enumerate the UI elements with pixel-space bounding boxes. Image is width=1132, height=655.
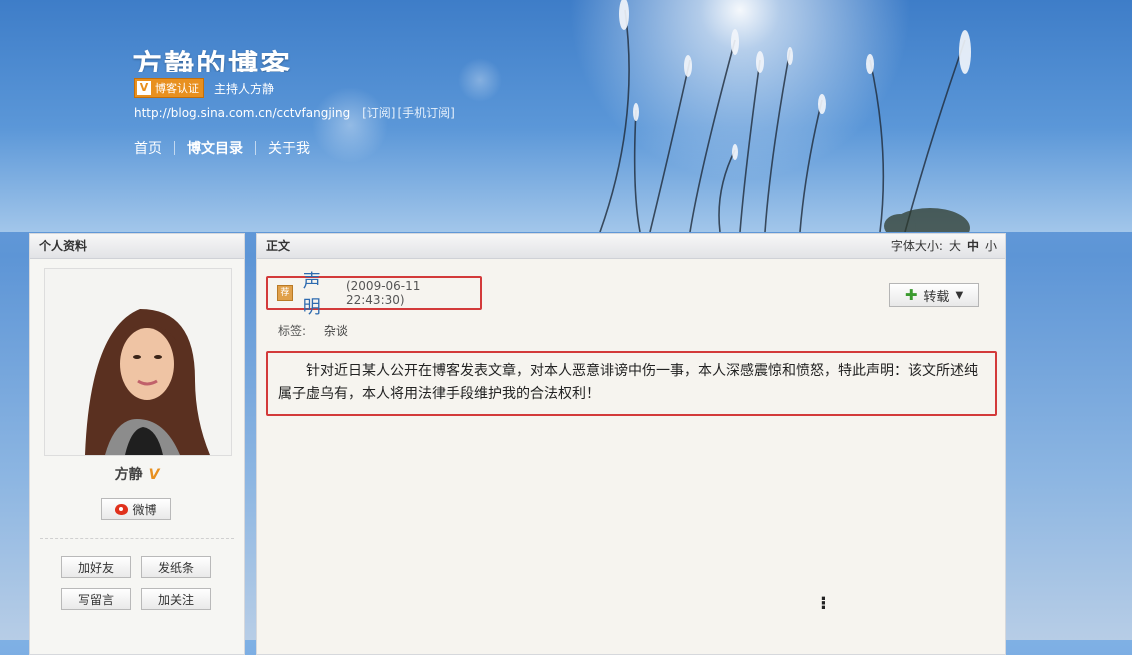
font-size-medium[interactable]: 中 [967, 234, 979, 258]
tags-label: 标签: [278, 324, 307, 338]
caret-down-icon: ▼ [955, 289, 964, 301]
tag-link[interactable]: 杂谈 [324, 324, 348, 338]
weibo-label: 微博 [132, 502, 157, 517]
verified-v-icon: V [137, 81, 151, 95]
repost-label: 转载 [923, 289, 950, 305]
weibo-icon [115, 503, 129, 515]
article-title-highlight: 荐 声明 (2009-06-11 22:43:30) [266, 271, 482, 318]
profile-panel-title: 个人资料 [30, 234, 244, 259]
article-tags: 标签: 杂谈 [278, 322, 348, 339]
blog-url[interactable]: http://blog.sina.com.cn/cctvfangjing [134, 106, 350, 120]
follow-button[interactable]: 加关注 [141, 588, 211, 610]
certification-label: 博客认证 [155, 82, 199, 95]
article-panel-header: 正文 字体大小: 大 中 小 [257, 234, 1005, 259]
nav-home[interactable]: 首页 [134, 138, 162, 158]
nav-divider [174, 141, 175, 155]
font-size-large[interactable]: 大 [949, 234, 961, 258]
nav-article-list[interactable]: 博文目录 [187, 138, 243, 158]
article-title[interactable]: 声明 [303, 267, 338, 319]
article-timestamp: (2009-06-11 22:43:30) [345, 279, 421, 307]
certification-badge[interactable]: V 博客认证 [134, 78, 204, 98]
font-size-small[interactable]: 小 [985, 234, 997, 258]
nav-about[interactable]: 关于我 [268, 138, 310, 158]
article-tag-icon: 荐 [277, 285, 293, 301]
verified-v-icon: V [148, 467, 160, 483]
article-content: 针对近日某人公开在博客发表文章，对本人恶意诽谤中伤一事，本人深感震惊和愤怒，特此… [266, 351, 997, 416]
host-label: 主持人方静 [214, 81, 275, 96]
add-friend-button[interactable]: 加好友 [61, 556, 131, 578]
profile-name-row: 方静 V [30, 464, 244, 484]
certification-row: V 博客认证 主持人方静 [134, 78, 274, 98]
repost-button[interactable]: ✚ 转载 ▼ [889, 283, 979, 307]
font-size-label: 字体大小: [890, 239, 943, 253]
blog-nav: 首页 博文目录 关于我 [134, 138, 310, 158]
header-banner: 方静的博客 V 博客认证 主持人方静 http://blog.sina.com.… [0, 0, 1132, 232]
profile-name[interactable]: 方静 [115, 467, 143, 483]
article-panel-title: 正文 [266, 239, 291, 253]
cursor-icon: ⁝ [820, 593, 827, 614]
subscribe-link[interactable]: [订阅] [362, 106, 395, 120]
profile-divider [40, 538, 234, 539]
leave-message-button[interactable]: 写留言 [61, 588, 131, 610]
mobile-subscribe-link[interactable]: [手机订阅] [397, 106, 454, 120]
article-panel: 正文 字体大小: 大 中 小 荐 声明 (2009-06-11 22:43:30… [256, 233, 1006, 655]
plus-icon: ✚ [904, 285, 918, 304]
send-note-button[interactable]: 发纸条 [141, 556, 211, 578]
profile-panel: 个人资料 方静 V 微博 加好友 发纸条 写留言 加关注 [29, 233, 245, 655]
font-size-switcher: 字体大小: 大 中 小 [891, 234, 997, 258]
nav-divider [255, 141, 256, 155]
weibo-button[interactable]: 微博 [101, 498, 171, 520]
blog-url-row: http://blog.sina.com.cn/cctvfangjing [订阅… [134, 104, 455, 121]
avatar[interactable] [44, 268, 232, 456]
blog-title: 方静的博客 [132, 49, 292, 72]
avatar-portrait-image [45, 269, 231, 455]
